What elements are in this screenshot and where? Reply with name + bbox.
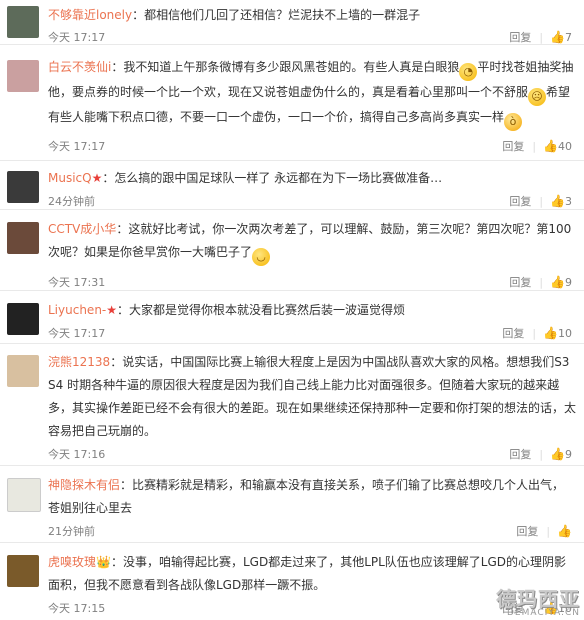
username[interactable]: Liyuchen- [48, 303, 106, 317]
thumb-up-icon[interactable]: 👍 [550, 275, 565, 289]
username[interactable]: CCTV成小华 [48, 222, 116, 236]
timestamp: 今天 17:31 [48, 276, 106, 289]
thumb-up-icon[interactable]: 👍 [550, 194, 565, 208]
comment-item: 不够靠近lonely：都相信他们几回了还相信？烂泥扶不上墙的一群混子 今天 17… [0, 0, 584, 45]
username[interactable]: MusicQ [48, 171, 92, 185]
vip-star-icon: ★ [106, 303, 118, 317]
like-count: 7 [565, 31, 572, 44]
emoji-smug-icon: ◡ [252, 248, 271, 266]
comment-actions: 回复 | 👍10 [502, 326, 572, 340]
avatar[interactable] [7, 303, 39, 335]
comment-item: 浣熊12138：说实话，中国国际比赛上输很大程度上是因为中国战队喜欢大家的风格。… [0, 347, 584, 466]
like-count: 10 [558, 327, 572, 340]
avatar[interactable] [7, 60, 39, 92]
reply-button[interactable]: 回复 [509, 31, 531, 44]
like-count: 9 [565, 448, 572, 461]
username[interactable]: 不够靠近lonely [48, 8, 132, 22]
username[interactable]: 白云不羡仙i [48, 60, 111, 74]
reply-button[interactable]: 回复 [502, 327, 524, 340]
avatar[interactable] [7, 222, 39, 254]
username[interactable]: 虎嗅玫瑰 [48, 555, 96, 569]
emoji-sarcastic-icon: ◔ [459, 63, 478, 81]
like-count: 9 [565, 276, 572, 289]
timestamp: 24分钟前 [48, 195, 95, 208]
username[interactable]: 神隐探木有侣 [48, 478, 120, 492]
comment-text: ：都相信他们几回了还相信？烂泥扶不上墙的一群混子 [132, 8, 421, 22]
timestamp: 21分钟前 [48, 525, 95, 538]
comment-text: ：说实话，中国国际比赛上输很大程度上是因为中国战队喜欢大家的风格。想想我们S3 … [48, 355, 577, 438]
thumb-up-icon[interactable]: 👍 [543, 139, 558, 153]
comment-item: 神隐探木有侣：比赛精彩就是精彩，和输赢本没有直接关系，喷子们输了比赛总想咬几个人… [0, 470, 584, 543]
emoji-sad-icon: ☹ [528, 88, 547, 106]
timestamp: 今天 17:16 [48, 448, 106, 461]
reply-button[interactable]: 回复 [509, 448, 531, 461]
comment-actions: 回复 | 👍9 [509, 447, 572, 461]
vip-star-icon: ★ [91, 171, 103, 185]
like-count: 40 [558, 140, 572, 153]
reply-button[interactable]: 回复 [509, 195, 531, 208]
avatar[interactable] [7, 478, 41, 512]
comment-actions: 回复 | 👍40 [502, 139, 572, 153]
thumb-up-icon[interactable]: 👍 [550, 30, 565, 44]
avatar[interactable] [7, 355, 39, 387]
reply-button[interactable]: 回复 [509, 276, 531, 289]
comment-actions: 回复 | 👍3 [509, 194, 572, 208]
timestamp: 今天 17:17 [48, 140, 106, 153]
thumb-up-icon[interactable]: 👍 [550, 447, 565, 461]
like-count: 3 [565, 195, 572, 208]
username[interactable]: 浣熊12138 [48, 355, 110, 369]
comment-item: MusicQ★：怎么搞的跟中国足球队一样了 永远都在为下一场比赛做准备… 24分… [0, 163, 584, 210]
comment-text: ：大家都是觉得你根本就没看比赛然后装一波逼觉得烦 [117, 303, 406, 317]
timestamp: 今天 17:15 [48, 602, 106, 615]
thumb-up-icon[interactable]: 👍 [543, 326, 558, 340]
comment-text: ：怎么搞的跟中国足球队一样了 永远都在为下一场比赛做准备… [102, 171, 443, 185]
avatar[interactable] [7, 6, 39, 38]
comment-text: ：没事，咱输得起比赛，LGD都走过来了，其他LPL队伍也应该理解了LGD的心理阴… [48, 555, 567, 592]
thumb-up-icon[interactable]: 👍 [557, 524, 572, 538]
watermark-subtitle: DEMACIYA.CN [507, 608, 580, 618]
comment-text: ：比赛精彩就是精彩，和输赢本没有直接关系，喷子们输了比赛总想咬几个人出气，苍姐别… [48, 478, 565, 515]
crown-badge-icon: 👑 [96, 555, 111, 569]
reply-button[interactable]: 回复 [516, 525, 538, 538]
watermark-logo: 德玛西亚 DEMACIYA.CN [496, 583, 580, 618]
comment-item: Liyuchen-★：大家都是觉得你根本就没看比赛然后装一波逼觉得烦 今天 17… [0, 295, 584, 344]
comment-actions: 回复 | 👍9 [509, 275, 572, 289]
timestamp: 今天 17:17 [48, 327, 106, 340]
reply-button[interactable]: 回复 [502, 140, 524, 153]
avatar[interactable] [7, 555, 39, 587]
comment-item: CCTV成小华：这就好比考试，你一次两次考差了，可以理解、鼓励，第三次呢？第四次… [0, 214, 584, 291]
comment-text: ：我不知道上午那条微博有多少跟风黑苍姐的。有些人真是白眼狼 [111, 60, 460, 74]
comment-item: 白云不羡仙i：我不知道上午那条微博有多少跟风黑苍姐的。有些人真是白眼狼 ◔ 平时找苍… [0, 52, 584, 161]
comment-actions: 回复 | 👍 [516, 524, 572, 538]
timestamp: 今天 17:17 [48, 31, 106, 44]
comment-text: ：这就好比考试，你一次两次考差了，可以理解、鼓励，第三次呢？第四次呢？第100次… [48, 222, 572, 259]
emoji-dizzy-icon: ò [504, 113, 523, 131]
avatar[interactable] [7, 171, 39, 203]
comment-actions: 回复 | 👍7 [509, 30, 572, 44]
